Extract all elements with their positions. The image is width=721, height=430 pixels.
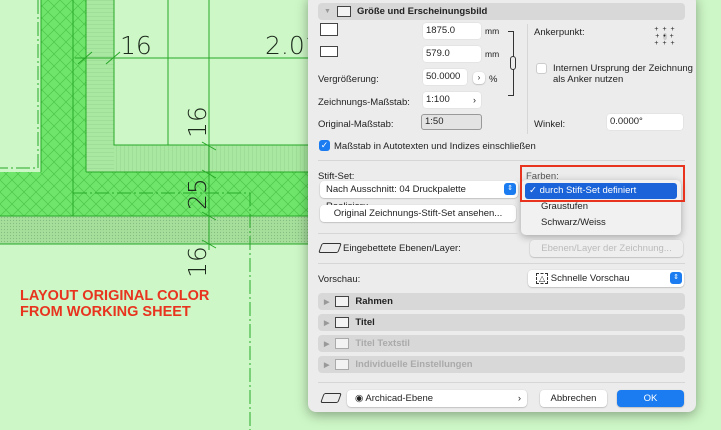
section-title: Größe und Erscheinungsbild <box>356 6 488 17</box>
magnification-stepper-button[interactable]: › <box>473 72 485 84</box>
section-title-text-style[interactable]: ▶ Titel Textstil <box>318 335 685 352</box>
layer-popup[interactable]: ◉ Archicad-Ebene › <box>347 390 527 407</box>
angle-input[interactable]: 0.0000° <box>607 114 683 130</box>
internal-origin-label: Internen Ursprung der Zeichnung als Anke… <box>553 63 693 85</box>
size-icon <box>336 6 351 17</box>
unit-label: mm <box>485 49 500 59</box>
dim-label: 25 <box>183 178 212 210</box>
text-style-icon <box>335 338 350 349</box>
drawing-settings-dialog: ▼ Größe und Erscheinungsbild 1875.0 mm 57… <box>308 0 696 412</box>
include-scale-checkbox[interactable]: ✓ <box>319 140 330 151</box>
divider <box>318 263 685 264</box>
preview-value: Schnelle Vorschau <box>550 273 630 284</box>
highlight-box <box>520 165 685 202</box>
section-size-appearance[interactable]: ▼ Größe und Erscheinungsbild <box>318 3 685 20</box>
magnification-label: Vergrößerung: <box>318 74 379 85</box>
divider <box>318 382 685 383</box>
dim-label: 16 <box>120 31 152 60</box>
divider <box>318 160 685 161</box>
original-scale-label: Original-Maßstab: <box>318 119 394 130</box>
preview-icon: △ <box>536 273 549 284</box>
section-title: Titel <box>355 317 375 328</box>
include-scale-label: Maßstab in Autotexten und Indizes einsch… <box>334 141 536 152</box>
anchor-point-grid[interactable]: + + + + • + + + + <box>653 26 677 48</box>
pen-set-popup[interactable]: Nach Ausschnitt: 04 Druckpalette Realisi… <box>320 181 518 212</box>
embedded-layers-label: Eingebettete Ebenen/Layer: <box>343 243 461 254</box>
height-input[interactable]: 579.0 <box>423 46 481 62</box>
section-frame[interactable]: ▶ Rahmen <box>318 293 685 310</box>
drawing-layers-button[interactable]: Ebenen/Layer der Zeichnung... <box>530 240 683 257</box>
layers-icon <box>318 243 342 253</box>
note-line: LAYOUT ORIGINAL COLOR <box>20 288 210 304</box>
updown-chevron-icon: ⇕ <box>504 183 516 195</box>
preview-label: Vorschau: <box>318 274 361 285</box>
preview-popup[interactable]: △ Schnelle Vorschau ⇕ <box>528 270 684 287</box>
width-icon <box>320 23 338 36</box>
width-input[interactable]: 1875.0 <box>423 23 481 39</box>
eye-icon: ◉ <box>355 393 364 404</box>
layer-value: Archicad-Ebene <box>365 393 434 404</box>
percent-label: % <box>489 74 498 85</box>
section-custom-settings[interactable]: ▶ Individuelle Einstellungen <box>318 356 685 373</box>
chevron-right-icon: › <box>517 393 521 404</box>
section-title: Titel Textstil <box>355 338 410 349</box>
note-line: FROM WORKING SHEET <box>20 304 191 320</box>
original-scale-field: 1:50 <box>421 114 482 130</box>
anchor-label: Ankerpunkt: <box>534 27 585 38</box>
updown-chevron-icon: ⇕ <box>670 272 682 284</box>
colors-option-black-white[interactable]: Schwarz/Weiss <box>525 215 677 231</box>
height-icon <box>320 46 338 57</box>
chain-link-icon[interactable] <box>510 56 516 70</box>
disclosure-triangle-icon: ▶ <box>324 361 330 369</box>
disclosure-triangle-icon: ▶ <box>324 319 330 327</box>
custom-settings-icon <box>335 359 350 370</box>
section-title: Individuelle Einstellungen <box>355 359 473 370</box>
ok-button[interactable]: OK <box>617 390 684 407</box>
view-original-pen-set-button[interactable]: Original Zeichnungs-Stift-Set ansehen... <box>320 205 516 222</box>
layers-icon <box>320 393 342 403</box>
cancel-button[interactable]: Abbrechen <box>540 390 607 407</box>
disclosure-triangle-icon: ▶ <box>324 340 330 348</box>
section-title[interactable]: ▶ Titel <box>318 314 685 331</box>
disclosure-triangle-icon: ▶ <box>324 298 330 306</box>
drawing-scale-label: Zeichnungs-Maßstab: <box>318 97 410 108</box>
magnification-input[interactable]: 50.0000 <box>423 69 467 85</box>
dim-label: 2.01 <box>265 31 310 60</box>
dim-label: 16 <box>183 246 212 278</box>
title-icon <box>335 317 350 328</box>
section-title: Rahmen <box>355 296 393 307</box>
disclosure-triangle-icon: ▼ <box>324 8 331 15</box>
chevron-right-icon: › <box>473 95 476 105</box>
unit-label: mm <box>485 26 500 36</box>
vertical-divider <box>527 24 528 134</box>
divider <box>318 233 518 234</box>
angle-label: Winkel: <box>534 119 566 130</box>
drawing-canvas: 16 2.01 16 25 16 <box>0 0 310 430</box>
internal-origin-checkbox[interactable] <box>536 63 547 74</box>
dim-label: 16 <box>183 106 212 138</box>
annotation-note: LAYOUT ORIGINAL COLOR FROM WORKING SHEET <box>20 288 209 320</box>
frame-icon <box>335 296 350 307</box>
